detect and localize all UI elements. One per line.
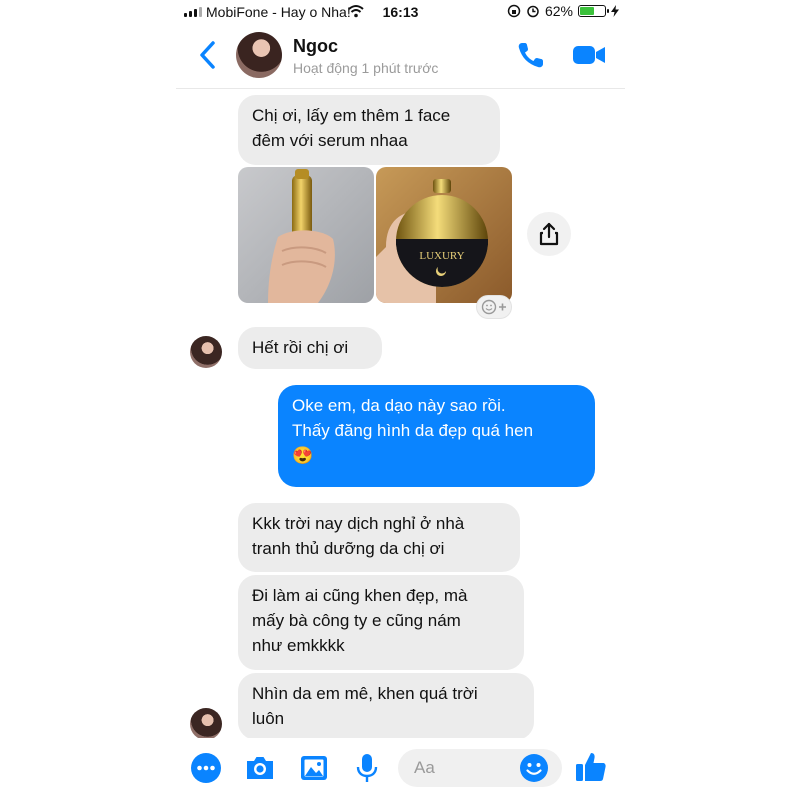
contact-avatar[interactable]	[236, 32, 282, 78]
more-icon[interactable]	[190, 752, 222, 784]
message-bubble[interactable]: Nhìn da em mê, khen quá trời luôn	[238, 673, 534, 740]
message-bubble[interactable]: Chị ơi, lấy em thêm 1 face đêm với serum…	[238, 95, 500, 165]
camera-icon[interactable]	[244, 752, 276, 784]
gallery-icon[interactable]	[298, 752, 330, 784]
charging-icon	[611, 5, 619, 17]
contact-avatar-small[interactable]	[190, 708, 222, 740]
emoji-icon[interactable]	[519, 753, 549, 783]
battery-icon	[578, 5, 609, 17]
jar-label: LUXURY	[419, 250, 464, 262]
contact-avatar-small[interactable]	[190, 336, 222, 368]
message-bubble[interactable]: Đi làm ai cũng khen đẹp, mà mấy bà công …	[238, 575, 524, 670]
battery-percent: 62%	[544, 3, 573, 19]
contact-status: Hoạt động 1 phút trước	[293, 60, 439, 76]
luxury-night-cream-jar-photo[interactable]: LUXURY	[376, 167, 512, 303]
message-bubble-outgoing[interactable]: Oke em, da dạo này sao rồi. Thấy đăng hì…	[278, 385, 595, 487]
add-reaction-icon[interactable]	[476, 295, 512, 319]
message-bubble[interactable]: Hết rồi chị ơi	[238, 327, 382, 369]
thumbs-up-icon[interactable]	[574, 750, 608, 784]
contact-name[interactable]: Ngoc	[293, 36, 338, 57]
share-icon[interactable]	[527, 212, 571, 256]
message-bubble[interactable]: Kkk trời nay dịch nghỉ ở nhà tranh thủ d…	[238, 503, 520, 572]
serum-bottle-photo[interactable]	[238, 167, 374, 303]
message-list: Chị ơi, lấy em thêm 1 face đêm với serum…	[176, 88, 625, 740]
alarm-icon	[527, 5, 539, 18]
video-camera-icon[interactable]	[572, 42, 606, 68]
screen-rotation-lock-icon	[507, 4, 521, 18]
conversation-header: Ngoc Hoạt động 1 phút trước	[176, 24, 625, 89]
composer-bar: Aa	[176, 738, 625, 800]
messenger-screen: MobiFone - Hay o Nha! 16:13 62% Ngoc Hoạ…	[176, 0, 625, 800]
phone-icon[interactable]	[516, 40, 546, 70]
microphone-icon[interactable]	[351, 752, 383, 784]
name-redaction	[344, 26, 436, 60]
status-bar: MobiFone - Hay o Nha! 16:13 62%	[176, 0, 625, 24]
chevron-left-icon[interactable]	[196, 40, 218, 70]
